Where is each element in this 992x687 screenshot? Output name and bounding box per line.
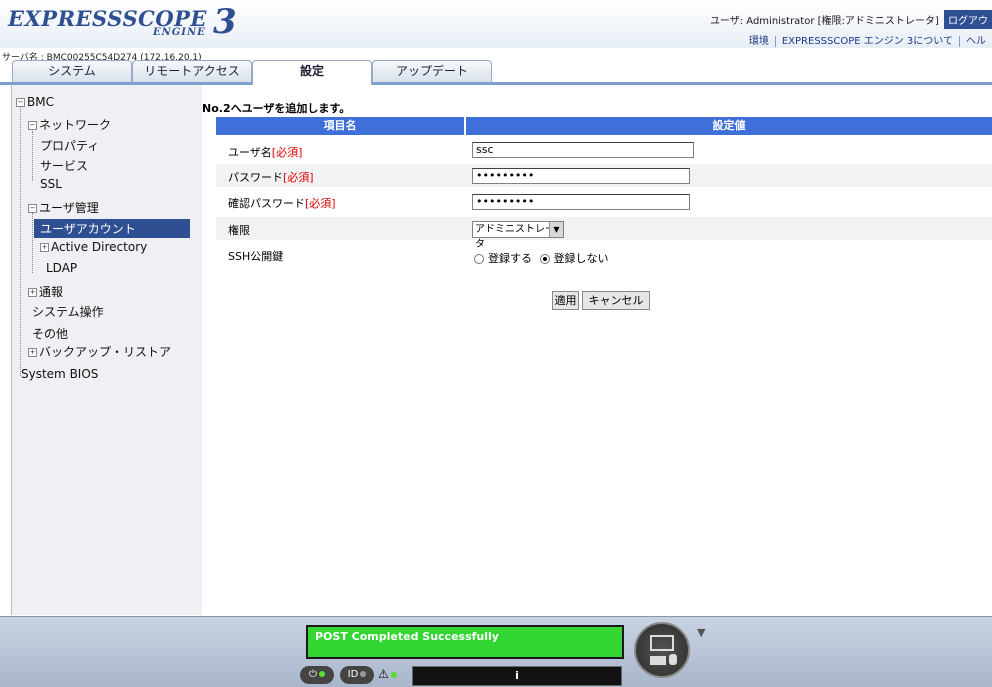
info-bar: i [412,666,622,686]
password-input[interactable]: ••••••••• [472,168,690,184]
column-header-value: 設定値 [466,117,992,135]
tree-item-backup-restore[interactable]: + バックアップ・リストア [28,343,171,360]
tree-item-others[interactable]: その他 [32,325,68,342]
warning-icon: ⚠ [378,667,397,681]
chevron-down-icon[interactable]: ▼ [549,222,563,237]
tree-item-active-directory[interactable]: + Active Directory [40,240,147,254]
tab-settings[interactable]: 設定 [252,60,372,85]
about-link[interactable]: EXPRESSSCOPE エンジン 3について [774,36,959,47]
lcd-status: POST Completed Successfully [306,625,624,659]
ssh-register-radio[interactable] [474,254,484,264]
remote-console-button[interactable] [634,622,690,678]
expand-icon[interactable]: + [28,348,37,357]
header: EXPRESSSCOPE ENGINE 3 ユーザ: Administrator… [0,0,992,48]
tree-item-network[interactable]: − ネットワーク [28,116,111,133]
monitor-icon [650,635,674,651]
warning-status-led [390,672,397,678]
collapse-icon[interactable]: − [16,98,25,107]
expressscope-logo: EXPRESSSCOPE ENGINE 3 [8,2,237,42]
logout-button[interactable]: ログアウ [944,10,992,29]
privilege-select[interactable]: アドミニストレータ ▼ [472,221,564,250]
help-link[interactable]: ヘル [959,36,992,47]
username-input[interactable]: ssc [472,142,694,158]
id-led-button[interactable]: ID [340,666,374,684]
environment-link[interactable]: 環境 [743,36,775,47]
form-title: No.2へユーザを追加します。 [202,102,351,115]
tab-bar: システム リモートアクセス 設定 アップデート [0,60,992,85]
collapse-icon[interactable]: − [28,204,37,213]
keyboard-icon [650,656,666,665]
sidebar-tree: − BMC − ネットワーク プロパティ サービス SSL − ユーザ管理 ユーザアカ… [11,85,203,615]
ssh-no-register-radio[interactable] [539,254,550,264]
form-row-privilege: 権限 [216,217,992,240]
header-links: 環境 EXPRESSSCOPE エンジン 3について ヘル [743,32,992,47]
user-info: ユーザ: Administrator [権限:アドミニストレータ] ログアウ [710,10,992,29]
tree-item-bmc[interactable]: − BMC [16,95,54,109]
id-status-led [360,671,367,677]
tab-system[interactable]: システム [12,60,132,82]
collapse-icon[interactable]: − [28,121,37,130]
tree-item-user-management[interactable]: − ユーザ管理 [28,199,99,216]
expand-icon[interactable]: + [28,288,37,297]
column-header-item: 項目名 [216,117,464,135]
tree-item-ldap[interactable]: LDAP [46,261,77,275]
apply-button[interactable]: 適用 [552,291,579,310]
ssh-key-radio-group: 登録する 登録しない [474,250,609,266]
tree-item-ssl[interactable]: SSL [40,177,62,191]
tab-remote-access[interactable]: リモートアクセス [132,60,252,82]
expand-icon[interactable]: + [40,243,49,252]
power-button[interactable]: ⏻ [300,666,334,684]
cancel-button[interactable]: キャンセル [582,291,650,310]
mouse-icon [669,654,677,665]
tree-item-property[interactable]: プロパティ [40,137,99,154]
tree-item-notify[interactable]: + 通報 [28,283,63,300]
tab-update[interactable]: アップデート [372,60,492,82]
tree-item-user-account[interactable]: ユーザアカウント [34,219,190,238]
tree-item-service[interactable]: サービス [40,157,88,174]
tree-item-system-ops[interactable]: システム操作 [32,303,104,320]
tree-item-system-bios[interactable]: System BIOS [21,367,98,381]
dropdown-triangle-icon[interactable]: ▼ [697,626,705,639]
power-status-led [318,671,325,677]
power-icon: ⏻ [309,669,317,680]
confirm-password-input[interactable]: ••••••••• [472,194,690,210]
id-icon: ID [347,669,359,680]
